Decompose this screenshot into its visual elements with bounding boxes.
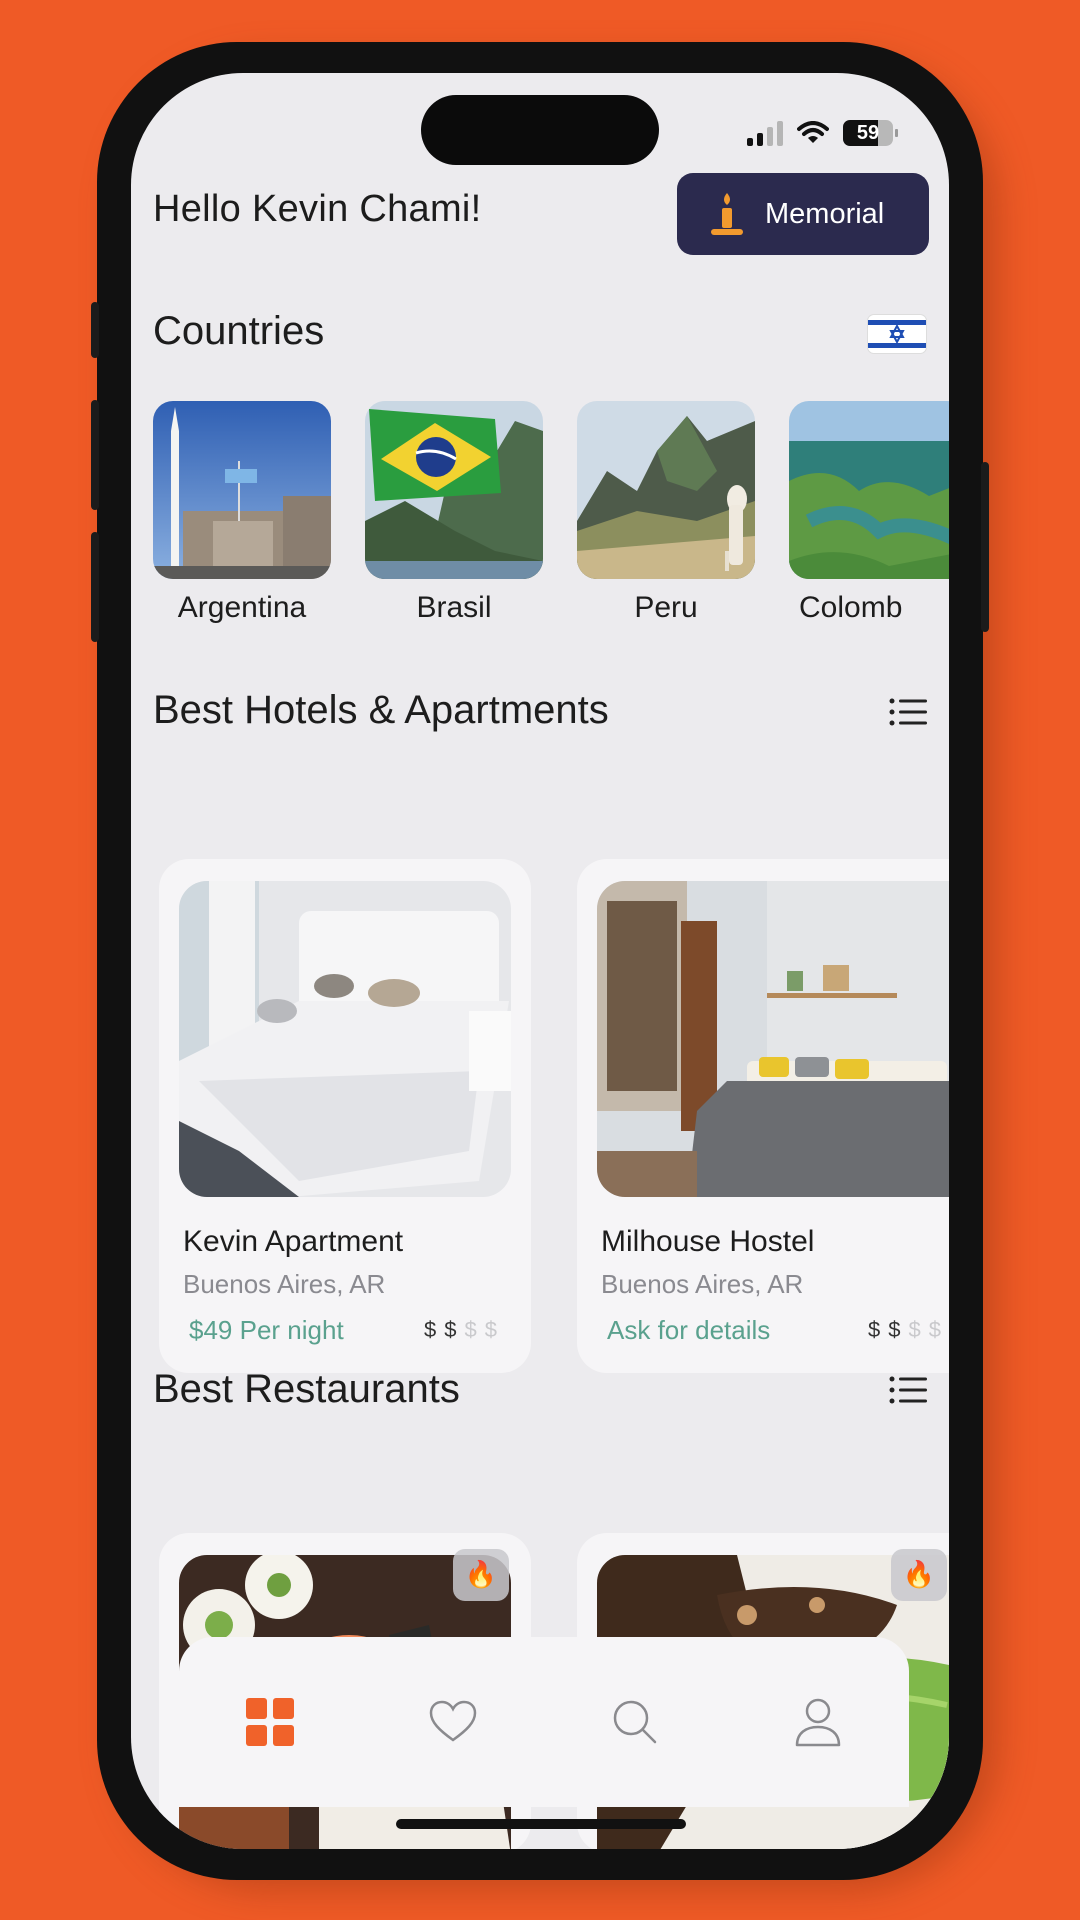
hotel-photo <box>179 881 511 1197</box>
popular-badge: 🔥 <box>453 1549 509 1601</box>
country-name: Peru <box>634 591 698 624</box>
candle-icon <box>711 193 743 235</box>
hotel-title: Milhouse Hostel <box>601 1225 815 1258</box>
hotel-price: $49 Per night <box>189 1315 344 1345</box>
grid-icon <box>246 1698 295 1746</box>
list-view-icon[interactable] <box>889 1375 927 1405</box>
country-name: Brasil <box>416 591 492 624</box>
memorial-label: Memorial <box>765 197 885 230</box>
restaurants-title: Best Restaurants <box>153 1367 460 1411</box>
signal-icon <box>747 120 783 146</box>
fire-icon: 🔥 <box>902 1560 936 1590</box>
country-name: Argentina <box>177 591 307 624</box>
country-card-colombia[interactable]: Colomb <box>789 401 949 625</box>
country-card-argentina[interactable]: Argentina <box>153 401 331 625</box>
hotel-photo <box>597 881 949 1197</box>
price-level-rating: $$$$ <box>868 1317 949 1342</box>
wifi-icon <box>797 121 829 143</box>
list-view-icon[interactable] <box>889 697 927 727</box>
hotel-card-kevin-apartment[interactable]: Kevin Apartment Buenos Aires, AR $49 Per… <box>159 859 531 1373</box>
tab-search[interactable] <box>595 1682 675 1762</box>
home-indicator[interactable] <box>396 1819 686 1829</box>
price-level-rating: $$$$ <box>424 1317 505 1342</box>
tab-profile[interactable] <box>778 1682 858 1762</box>
brasil-image <box>365 401 543 579</box>
country-card-peru[interactable]: Peru <box>577 401 755 625</box>
hotel-location: Buenos Aires, AR <box>183 1269 386 1299</box>
tab-favorites[interactable] <box>413 1682 493 1762</box>
power-button <box>981 462 989 632</box>
fire-icon: 🔥 <box>464 1560 498 1590</box>
app-screen: 59 Hello Kevin Chami! Memorial Countries <box>131 73 949 1849</box>
status-bar: 59 <box>747 113 898 153</box>
volume-down-button <box>91 532 99 642</box>
country-name: Colomb <box>799 591 903 624</box>
silent-switch <box>91 302 99 358</box>
popular-badge: 🔥 <box>891 1549 947 1601</box>
countries-title: Countries <box>153 309 325 353</box>
volume-up-button <box>91 400 99 510</box>
bottom-tab-bar <box>179 1637 909 1807</box>
argentina-image <box>153 401 331 579</box>
hotel-title: Kevin Apartment <box>183 1225 404 1258</box>
heart-icon <box>429 1700 477 1742</box>
hotel-card-milhouse-hostel[interactable]: Milhouse Hostel Buenos Aires, AR Ask for… <box>577 859 949 1373</box>
colombia-image <box>789 401 949 579</box>
israel-flag-icon[interactable] <box>868 315 926 353</box>
dynamic-island <box>421 95 659 165</box>
peru-image <box>577 401 755 579</box>
battery-indicator: 59 <box>843 120 898 146</box>
hotel-location: Buenos Aires, AR <box>601 1269 804 1299</box>
hotels-title: Best Hotels & Apartments <box>153 688 609 732</box>
greeting-text: Hello Kevin Chami! <box>153 188 482 230</box>
memorial-button[interactable]: Memorial <box>677 173 929 255</box>
tab-home[interactable] <box>230 1682 310 1762</box>
search-icon <box>614 1700 657 1744</box>
profile-icon <box>795 1698 840 1747</box>
country-card-brasil[interactable]: Brasil <box>365 401 543 625</box>
hotel-price: Ask for details <box>607 1315 771 1345</box>
